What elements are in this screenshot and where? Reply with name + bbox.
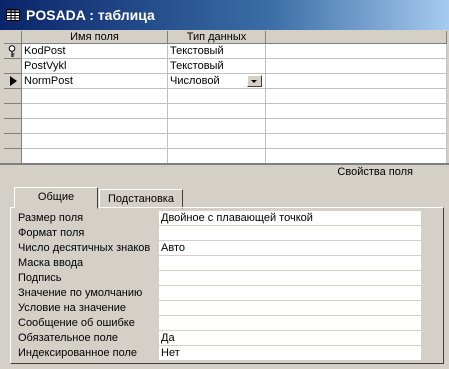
design-window: POSADA : таблица Имя поля Тип данных Kod… [0,0,449,369]
header-field-name[interactable]: Имя поля [22,31,168,44]
property-label: Подпись [18,272,62,284]
splitter[interactable] [0,163,449,165]
property-row: Подпись [18,271,421,286]
data-type-cell[interactable] [168,104,266,119]
row-selector[interactable] [4,149,22,163]
row-selector[interactable] [4,134,22,149]
property-label: Число десятичных знаков [18,242,151,254]
property-value-field[interactable] [159,226,421,241]
property-row: Число десятичных знаков Авто [18,241,421,256]
property-row: Условие на значение [18,301,421,316]
field-name-cell[interactable] [22,89,168,104]
data-type-cell[interactable] [168,89,266,104]
property-row: Сообщение об ошибке [18,316,421,331]
property-row: Формат поля [18,226,421,241]
data-type-text: Числовой [170,75,220,87]
row-selector[interactable] [4,104,22,119]
field-name-text: NormPost [24,75,73,87]
row-selector[interactable] [4,119,22,134]
data-type-cell[interactable]: Текстовый [168,44,266,59]
field-name-text: KodPost [24,45,66,57]
current-row-arrow-icon [10,76,17,86]
field-name-cell[interactable]: KodPost [22,44,168,59]
property-label: Сообщение об ошибке [18,317,135,329]
table-icon [6,9,20,21]
title-bar[interactable]: POSADA : таблица [0,0,449,30]
field-name-cell[interactable]: NormPost [22,74,168,89]
property-row: Обязательное поле Да [18,331,421,346]
field-grid[interactable]: Имя поля Тип данных KodPost Текстовый Post… [4,31,447,163]
grid-corner[interactable] [4,31,22,44]
tab-general[interactable]: Общие [14,187,98,209]
property-row: Индексированное поле Нет [18,346,421,361]
data-type-cell[interactable]: Числовой [168,74,266,89]
property-label: Маска ввода [18,257,84,269]
field-name-cell[interactable] [22,134,168,149]
property-value-field[interactable] [159,271,421,286]
dropdown-arrow-icon[interactable] [247,75,262,87]
field-name-cell[interactable] [22,104,168,119]
property-value-field[interactable]: Авто [159,241,421,256]
property-row: Размер поля Двойное с плавающей точкой [18,211,421,226]
property-value-field[interactable] [159,316,421,331]
field-name-text: PostVykl [24,60,67,72]
description-cell[interactable] [266,89,447,104]
description-cell[interactable] [266,44,447,59]
primary-key-icon [8,45,16,57]
description-cell[interactable] [266,149,447,163]
row-selector[interactable] [4,59,22,74]
header-data-type[interactable]: Тип данных [168,31,266,44]
row-selector[interactable] [4,89,22,104]
property-value-field[interactable] [159,301,421,316]
description-cell[interactable] [266,104,447,119]
property-label: Значение по умолчанию [18,287,143,299]
property-value-field[interactable]: Двойное с плавающей точкой [159,211,421,226]
property-value-field[interactable] [159,256,421,271]
property-label: Обязательное поле [18,332,119,344]
property-label: Индексированное поле [18,347,137,359]
property-value-field[interactable] [159,286,421,301]
description-cell[interactable] [266,134,447,149]
field-name-cell[interactable] [22,149,168,163]
row-selector[interactable] [4,74,22,89]
description-cell[interactable] [266,74,447,89]
data-type-text: Текстовый [170,60,224,72]
data-type-cell[interactable] [168,149,266,163]
property-row: Маска ввода [18,256,421,271]
header-description[interactable] [266,31,447,44]
tab-lookup[interactable]: Подстановка [99,189,183,209]
row-selector[interactable] [4,44,22,59]
field-name-cell[interactable] [22,119,168,134]
description-cell[interactable] [266,119,447,134]
property-value-field[interactable]: Нет [159,346,421,361]
field-properties-label: Свойства поля [337,166,413,178]
property-label: Размер поля [18,212,84,224]
property-row: Значение по умолчанию [18,286,421,301]
property-label: Условие на значение [18,302,127,314]
property-label: Формат поля [18,227,85,239]
field-name-cell[interactable]: PostVykl [22,59,168,74]
property-value-field[interactable]: Да [159,331,421,346]
data-type-cell[interactable] [168,119,266,134]
data-type-text: Текстовый [170,45,224,57]
window-title: POSADA : таблица [26,7,155,23]
description-cell[interactable] [266,59,447,74]
data-type-cell[interactable]: Текстовый [168,59,266,74]
data-type-cell[interactable] [168,134,266,149]
